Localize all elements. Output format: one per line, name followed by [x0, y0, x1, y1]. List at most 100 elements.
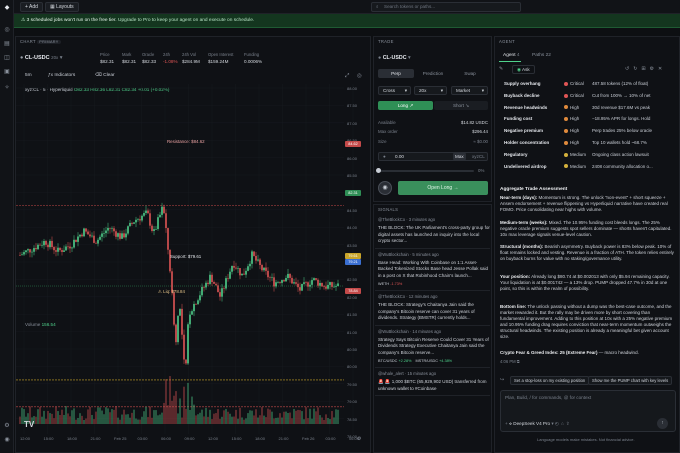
max-button[interactable]: Max [453, 153, 466, 160]
chevron-down-icon: ▾ [59, 55, 63, 61]
volume-bar [281, 417, 283, 424]
leverage-select[interactable]: 20x ▾ [414, 86, 447, 95]
signal-tag[interactable]: MSTR/USDC +4.38% [415, 359, 452, 363]
tab-agent[interactable]: Agent 4 [503, 53, 520, 58]
tab-prediction[interactable]: Prediction [415, 69, 451, 78]
add-button[interactable]: + Add [20, 2, 43, 12]
clear-button[interactable]: ⌫ Clear [95, 73, 115, 78]
volume-bar [319, 415, 321, 424]
signal-text[interactable]: THE BLOCK: The UK Parliament's cross-par… [378, 225, 490, 245]
volume-bar [267, 408, 269, 424]
risk-row: Supply overhang Critical 487.58 tokens (12… [500, 79, 676, 89]
short-button[interactable]: Short ↘ [434, 101, 488, 110]
severity-label: Critical [570, 81, 584, 86]
model-selector[interactable]: + ⟡ DeepSeek V4 Pro ▾ [505, 421, 554, 427]
margin-select[interactable]: Cross ▾ [378, 86, 411, 95]
interval-button[interactable]: 5m [25, 73, 32, 78]
time-tick: 09:00 [184, 436, 195, 441]
expand-icon[interactable]: ⤢ [345, 73, 349, 80]
order-type-select[interactable]: Market ▾ [451, 86, 488, 95]
settings-icon[interactable]: ⚙ [3, 422, 11, 430]
open-long-button[interactable]: Open Long → [398, 181, 488, 195]
volume-bar [77, 417, 79, 424]
candle-body [137, 219, 139, 220]
signal-text[interactable]: Base Head: Working With Coinbase on 1:1 … [378, 260, 490, 280]
p5-bold: Bottom line: [500, 304, 527, 309]
candle-body [331, 282, 333, 287]
trade-symbol-selector[interactable]: ● CL-USDC ▾ [378, 55, 411, 61]
candle-body [187, 324, 189, 364]
copy-icon[interactable]: ⧉ [517, 359, 520, 364]
signal-source[interactable]: @TheBlockCo · 3 minutes ago [378, 217, 435, 222]
chart-panel-title: CHART PRIMARY [20, 39, 61, 44]
candle-body [109, 227, 111, 229]
briefcase-icon[interactable]: ▣ [3, 68, 11, 76]
candle-body [121, 233, 123, 239]
volume-bar [157, 415, 159, 424]
signal-tag[interactable]: BTC/USDC +2.28% [378, 359, 411, 363]
severity-dot [564, 152, 568, 157]
risk-severity: Medium [564, 162, 586, 172]
user-icon[interactable]: ◉ [3, 436, 11, 444]
ask-mode-button[interactable]: ◉ Ask [512, 65, 535, 74]
risk-severity: Critical [564, 91, 584, 101]
send-icon[interactable]: ↑ [657, 418, 668, 429]
signal-tag[interactable]: WETH -1.73% [378, 282, 402, 286]
symbol-selector[interactable]: ● CL-USDC 20x ▾ [20, 55, 63, 61]
search-input[interactable]: ⌕ Search tokens or paths... [371, 2, 521, 12]
agent-icon[interactable]: ✧ [3, 84, 11, 92]
candle-body [199, 295, 201, 301]
signal-text[interactable]: THE BLOCK: Strategy's Chaitanya Jain sai… [378, 302, 490, 322]
amount-input[interactable]: ● 0.00 Max xyzCL [378, 152, 488, 161]
price-chart[interactable] [16, 84, 362, 434]
signal-source[interactable]: @TheBlockCo · 12 minutes ago [378, 294, 437, 299]
wallet-avatar[interactable]: ◉ [378, 181, 392, 195]
suggestion-pump-chart[interactable]: Show me the PUMP chart with key levels [588, 376, 673, 385]
risk-name: Revenue headwinds [504, 104, 548, 110]
signal-text[interactable]: 🚨 🚨 1,000 $BTC (65,929,902 USD) transfer… [378, 379, 490, 392]
time-tick: 18:00 [67, 436, 78, 441]
signal-source[interactable]: @whale_alert · 15 minutes ago [378, 371, 436, 376]
signal-source[interactable]: @WuBlockchain · 5 minutes ago [378, 252, 439, 257]
long-button[interactable]: Long ↗ [378, 101, 433, 110]
agent-toolbar-icons[interactable]: ↺↻⊞⚙✕ [625, 66, 666, 72]
candle-body [271, 277, 273, 278]
trade-icon[interactable]: ◎ [3, 26, 11, 34]
signal-text[interactable]: Strategy Says Bitcoin Reserve Could Cove… [378, 337, 490, 357]
signal-source[interactable]: @WuBlockchain · 14 minutes ago [378, 329, 441, 334]
portfolio-icon[interactable]: ◫ [3, 54, 11, 62]
logo-icon[interactable]: ◆ [3, 4, 11, 12]
candle-body [75, 239, 77, 242]
tab-paths[interactable]: Paths 22 [532, 53, 551, 58]
volume-bar [143, 411, 145, 424]
edit-icon[interactable]: ✎ [499, 66, 503, 72]
volume-bar [117, 417, 119, 424]
upgrade-banner[interactable]: ⚠ 3 scheduled jobs won't run on the free… [14, 14, 680, 28]
size-slider[interactable] [378, 170, 474, 172]
chart-settings-icon[interactable]: ⚙ [357, 436, 361, 442]
price-tick: 81.00 [347, 329, 358, 335]
available-label: Available [378, 120, 396, 125]
candle-body [115, 231, 117, 237]
indicators-button[interactable]: ƒx Indicators [48, 73, 75, 78]
slider-handle[interactable] [376, 168, 381, 173]
tab-perp[interactable]: Perp [378, 69, 414, 78]
candle-body [273, 277, 275, 287]
volume-bar [303, 419, 305, 424]
camera-icon[interactable]: ◎ [357, 73, 362, 79]
candle-body [323, 286, 325, 287]
risk-row: Buyback decline Critical Cut from 100% → 1… [500, 91, 676, 101]
chart-icon[interactable]: ▤ [3, 40, 11, 48]
input-tools-icons[interactable]: ◴⌂⇪ [555, 421, 572, 427]
time-tick: 03:00 [325, 436, 336, 441]
layouts-button[interactable]: ▦ Layouts [45, 2, 79, 12]
time-tick: 15:00 [43, 436, 54, 441]
candle-body [243, 273, 245, 275]
stat-value: $82.31 [100, 59, 115, 64]
stat-label: Funding [244, 52, 260, 57]
tab-swap[interactable]: Swap [452, 69, 488, 78]
resistance-tag: 84.62 [345, 141, 361, 147]
volume-bar [171, 400, 173, 424]
volume-bar [211, 419, 213, 424]
suggestion-stop-loss[interactable]: Set a stop-loss on my existing position [510, 376, 590, 385]
